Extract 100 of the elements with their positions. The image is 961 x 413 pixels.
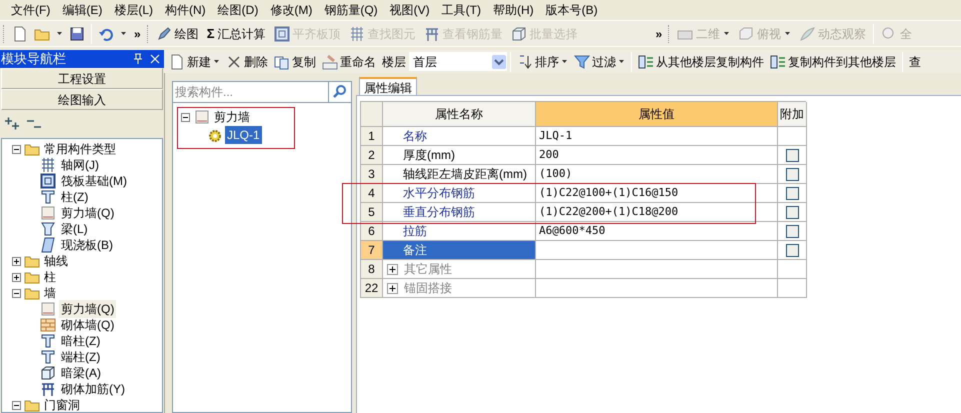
- tree-item[interactable]: 剪力墙(Q): [59, 300, 116, 318]
- property-value[interactable]: (1)C22@100+(1)C16@150: [539, 184, 678, 202]
- expand-toggle-icon[interactable]: [12, 272, 21, 282]
- expand-all-button[interactable]: [4, 116, 20, 132]
- collapse-toggle-icon[interactable]: [181, 112, 190, 122]
- brick-icon: [40, 317, 56, 333]
- tree-item[interactable]: 砌体加筋(Y): [59, 380, 127, 398]
- wall-icon: [194, 109, 210, 125]
- property-value[interactable]: JLQ-1: [539, 128, 572, 144]
- row-number: 6: [361, 222, 383, 241]
- grid-icon: [40, 157, 56, 173]
- menu-item[interactable]: 版本号(B): [540, 1, 603, 19]
- column-header[interactable]: 属性名称: [383, 102, 536, 127]
- toolbar-button[interactable]: 绘图: [152, 24, 203, 42]
- toolbar-button[interactable]: 重命名: [319, 52, 379, 70]
- sort-icon: [517, 54, 533, 70]
- floor-select[interactable]: 首层: [409, 52, 507, 71]
- checkbox[interactable]: [786, 186, 798, 200]
- collapse-toggle-icon[interactable]: [12, 400, 21, 410]
- collapse-toggle-icon[interactable]: [12, 288, 21, 298]
- tree-item[interactable]: 轴网(J): [59, 156, 101, 174]
- close-button[interactable]: [149, 53, 161, 65]
- tab[interactable]: 属性编辑: [359, 77, 417, 95]
- toolbar-button[interactable]: 复制: [271, 52, 319, 70]
- wall-icon: [40, 205, 56, 221]
- tree-item[interactable]: 轴线: [43, 252, 69, 270]
- expand-toggle-icon[interactable]: [12, 256, 21, 266]
- overflow-button[interactable]: »: [130, 24, 145, 42]
- tree-item[interactable]: 暗梁(A): [59, 364, 103, 382]
- property-value[interactable]: A6@600*450: [539, 222, 606, 240]
- tree-item[interactable]: 端柱(Z): [59, 348, 102, 366]
- property-name: 轴线距左墙皮距离(mm): [383, 165, 536, 184]
- checkbox[interactable]: [786, 224, 798, 238]
- grid-icon: [348, 26, 364, 42]
- plate-icon: [40, 237, 56, 253]
- pin-button[interactable]: [131, 52, 145, 66]
- menu-item[interactable]: 钢筋量(Q): [319, 1, 383, 19]
- property-value[interactable]: (100): [539, 166, 572, 182]
- menu-item[interactable]: 工具(T): [436, 1, 486, 19]
- toolbar-button[interactable]: 新建: [166, 52, 223, 70]
- property-value[interactable]: 200: [539, 146, 559, 164]
- search-button[interactable]: [329, 81, 352, 103]
- toolbar-button[interactable]: 过滤: [571, 52, 628, 70]
- property-value[interactable]: (1)C22@200+(1)C18@200: [539, 204, 678, 220]
- caret-icon: [561, 58, 568, 65]
- tree-item[interactable]: 暗柱(Z): [59, 332, 102, 350]
- checkbox[interactable]: [786, 244, 798, 256]
- tree-item[interactable]: 柱: [43, 268, 57, 286]
- menu-item[interactable]: 视图(V): [384, 1, 435, 19]
- menu-item[interactable]: 绘图(D): [212, 1, 264, 19]
- tree-item[interactable]: 梁(L): [59, 220, 90, 238]
- column-icon: [40, 333, 56, 349]
- tree-item[interactable]: 砌体墙(Q): [59, 316, 116, 334]
- tree-item[interactable]: 筏板基础(M): [59, 172, 129, 190]
- box-icon: [510, 26, 526, 42]
- expand-toggle-icon[interactable]: [387, 264, 398, 274]
- gear-icon: [207, 128, 221, 142]
- collapse-toggle-icon[interactable]: [12, 144, 21, 154]
- tree-item[interactable]: 剪力墙: [214, 108, 250, 126]
- menu-item[interactable]: 构件(N): [160, 1, 211, 19]
- toolbar-button[interactable]: 复制构件到其他楼层: [767, 52, 899, 70]
- search-field[interactable]: 搜索构件...: [172, 81, 329, 103]
- column-header[interactable]: 附加: [778, 102, 807, 127]
- row-number: 22: [361, 279, 383, 298]
- panel-title: 模块导航栏: [1, 50, 67, 68]
- checkbox[interactable]: [786, 168, 798, 180]
- tree-item[interactable]: 柱(Z): [59, 188, 90, 206]
- checkbox[interactable]: [786, 148, 798, 162]
- caret-icon: [56, 30, 63, 37]
- row-number: 3: [361, 165, 383, 184]
- toolbar-button[interactable]: 排序: [514, 52, 571, 70]
- menu-item[interactable]: 文件(F): [6, 1, 56, 19]
- tree-item[interactable]: JLQ-1: [225, 126, 262, 144]
- toolbar-button[interactable]: 查: [906, 52, 924, 70]
- caret-icon: [618, 58, 625, 65]
- tree-item[interactable]: 剪力墙(Q): [59, 204, 116, 222]
- column-header[interactable]: 属性值: [536, 102, 778, 127]
- toolbar-button[interactable]: Σ 汇总计算: [202, 24, 270, 44]
- section-button[interactable]: 工程设置: [1, 68, 163, 89]
- expand-all-icon: [4, 116, 20, 132]
- copy-icon: [274, 54, 290, 70]
- overflow-button[interactable]: »: [652, 24, 666, 42]
- menu-item[interactable]: 修改(M): [265, 1, 318, 19]
- expand-toggle-icon[interactable]: [387, 282, 398, 294]
- delete-icon: [226, 54, 242, 70]
- menu-item[interactable]: 楼层(L): [109, 1, 158, 19]
- caret-icon: [120, 30, 127, 37]
- tree-item[interactable]: 墙: [43, 284, 57, 302]
- tree-item[interactable]: 现浇板(B): [59, 236, 115, 254]
- tree-item[interactable]: 常用构件类型: [43, 140, 117, 158]
- property-name: 厚度(mm): [383, 146, 536, 165]
- row-number: 5: [361, 203, 383, 222]
- toolbar-button[interactable]: 删除: [223, 52, 271, 70]
- toolbar-button[interactable]: 从其他楼层复制构件: [635, 52, 767, 70]
- menu-item[interactable]: 帮助(H): [488, 1, 539, 19]
- section-button[interactable]: 绘图输入: [1, 89, 163, 110]
- checkbox[interactable]: [786, 206, 798, 218]
- menu-item[interactable]: 编辑(E): [57, 1, 108, 19]
- caret-icon: [784, 30, 792, 37]
- tree-item[interactable]: 门窗洞: [43, 396, 81, 412]
